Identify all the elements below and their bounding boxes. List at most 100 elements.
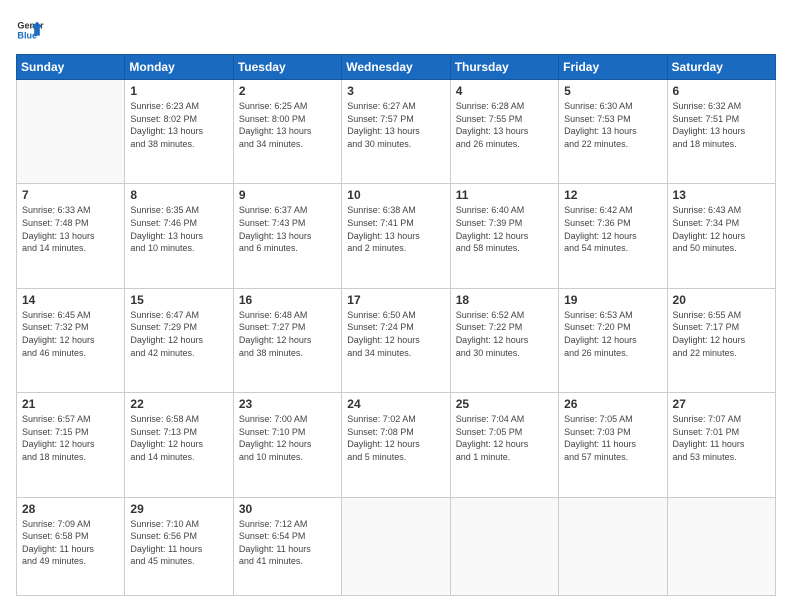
logo-icon: General Blue: [16, 16, 44, 44]
day-cell: 28 Sunrise: 7:09 AM Sunset: 6:58 PM Dayli…: [17, 497, 125, 595]
day-number: 23: [239, 397, 336, 411]
day-info: Sunrise: 6:50 AM Sunset: 7:24 PM Dayligh…: [347, 309, 444, 359]
day-cell: 4 Sunrise: 6:28 AM Sunset: 7:55 PM Daylig…: [450, 80, 558, 184]
day-info: Sunrise: 6:30 AM Sunset: 7:53 PM Dayligh…: [564, 100, 661, 150]
day-number: 8: [130, 188, 227, 202]
day-number: 29: [130, 502, 227, 516]
day-cell: 5 Sunrise: 6:30 AM Sunset: 7:53 PM Daylig…: [559, 80, 667, 184]
day-info: Sunrise: 7:10 AM Sunset: 6:56 PM Dayligh…: [130, 518, 227, 568]
day-info: Sunrise: 7:05 AM Sunset: 7:03 PM Dayligh…: [564, 413, 661, 463]
day-info: Sunrise: 6:53 AM Sunset: 7:20 PM Dayligh…: [564, 309, 661, 359]
day-number: 6: [673, 84, 770, 98]
day-number: 12: [564, 188, 661, 202]
weekday-header-monday: Monday: [125, 55, 233, 80]
day-info: Sunrise: 7:04 AM Sunset: 7:05 PM Dayligh…: [456, 413, 553, 463]
weekday-header-thursday: Thursday: [450, 55, 558, 80]
day-info: Sunrise: 6:38 AM Sunset: 7:41 PM Dayligh…: [347, 204, 444, 254]
day-number: 21: [22, 397, 119, 411]
day-info: Sunrise: 6:35 AM Sunset: 7:46 PM Dayligh…: [130, 204, 227, 254]
day-number: 26: [564, 397, 661, 411]
day-info: Sunrise: 6:55 AM Sunset: 7:17 PM Dayligh…: [673, 309, 770, 359]
day-number: 20: [673, 293, 770, 307]
day-cell: [667, 497, 775, 595]
weekday-header-saturday: Saturday: [667, 55, 775, 80]
day-cell: 23 Sunrise: 7:00 AM Sunset: 7:10 PM Dayli…: [233, 393, 341, 497]
day-number: 16: [239, 293, 336, 307]
day-info: Sunrise: 6:32 AM Sunset: 7:51 PM Dayligh…: [673, 100, 770, 150]
day-number: 9: [239, 188, 336, 202]
day-info: Sunrise: 6:28 AM Sunset: 7:55 PM Dayligh…: [456, 100, 553, 150]
weekday-header-sunday: Sunday: [17, 55, 125, 80]
weekday-header-friday: Friday: [559, 55, 667, 80]
calendar-table: SundayMondayTuesdayWednesdayThursdayFrid…: [16, 54, 776, 596]
day-info: Sunrise: 6:42 AM Sunset: 7:36 PM Dayligh…: [564, 204, 661, 254]
day-number: 2: [239, 84, 336, 98]
weekday-header-wednesday: Wednesday: [342, 55, 450, 80]
day-info: Sunrise: 7:02 AM Sunset: 7:08 PM Dayligh…: [347, 413, 444, 463]
day-cell: 20 Sunrise: 6:55 AM Sunset: 7:17 PM Dayli…: [667, 288, 775, 392]
day-info: Sunrise: 7:09 AM Sunset: 6:58 PM Dayligh…: [22, 518, 119, 568]
day-number: 14: [22, 293, 119, 307]
weekday-header-tuesday: Tuesday: [233, 55, 341, 80]
day-info: Sunrise: 6:57 AM Sunset: 7:15 PM Dayligh…: [22, 413, 119, 463]
day-cell: 11 Sunrise: 6:40 AM Sunset: 7:39 PM Dayli…: [450, 184, 558, 288]
day-cell: 26 Sunrise: 7:05 AM Sunset: 7:03 PM Dayli…: [559, 393, 667, 497]
day-number: 11: [456, 188, 553, 202]
day-info: Sunrise: 7:07 AM Sunset: 7:01 PM Dayligh…: [673, 413, 770, 463]
week-row-3: 14Sunrise: 6:45 AM Sunset: 7:32 PM Dayli…: [17, 288, 776, 392]
day-number: 10: [347, 188, 444, 202]
day-number: 24: [347, 397, 444, 411]
day-number: 3: [347, 84, 444, 98]
day-info: Sunrise: 6:43 AM Sunset: 7:34 PM Dayligh…: [673, 204, 770, 254]
day-cell: 8 Sunrise: 6:35 AM Sunset: 7:46 PM Daylig…: [125, 184, 233, 288]
day-number: 28: [22, 502, 119, 516]
page-header: General Blue: [16, 16, 776, 44]
day-number: 17: [347, 293, 444, 307]
weekday-header-row: SundayMondayTuesdayWednesdayThursdayFrid…: [17, 55, 776, 80]
day-cell: 6 Sunrise: 6:32 AM Sunset: 7:51 PM Daylig…: [667, 80, 775, 184]
day-cell: 7 Sunrise: 6:33 AM Sunset: 7:48 PM Daylig…: [17, 184, 125, 288]
day-number: 5: [564, 84, 661, 98]
week-row-1: 1Sunrise: 6:23 AM Sunset: 8:02 PM Daylig…: [17, 80, 776, 184]
day-info: Sunrise: 7:12 AM Sunset: 6:54 PM Dayligh…: [239, 518, 336, 568]
week-row-2: 7 Sunrise: 6:33 AM Sunset: 7:48 PM Daylig…: [17, 184, 776, 288]
day-cell: 15 Sunrise: 6:47 AM Sunset: 7:29 PM Dayli…: [125, 288, 233, 392]
day-cell: 2 Sunrise: 6:25 AM Sunset: 8:00 PM Daylig…: [233, 80, 341, 184]
svg-text:Blue: Blue: [17, 30, 37, 40]
day-cell: 22Sunrise: 6:58 AM Sunset: 7:13 PM Dayli…: [125, 393, 233, 497]
day-number: 27: [673, 397, 770, 411]
day-cell: 17 Sunrise: 6:50 AM Sunset: 7:24 PM Dayli…: [342, 288, 450, 392]
day-cell: [17, 80, 125, 184]
day-number: 7: [22, 188, 119, 202]
day-info: Sunrise: 6:52 AM Sunset: 7:22 PM Dayligh…: [456, 309, 553, 359]
day-cell: [342, 497, 450, 595]
day-cell: 14Sunrise: 6:45 AM Sunset: 7:32 PM Dayli…: [17, 288, 125, 392]
day-cell: 16Sunrise: 6:48 AM Sunset: 7:27 PM Dayli…: [233, 288, 341, 392]
day-cell: 29 Sunrise: 7:10 AM Sunset: 6:56 PM Dayli…: [125, 497, 233, 595]
day-info: Sunrise: 6:37 AM Sunset: 7:43 PM Dayligh…: [239, 204, 336, 254]
day-info: Sunrise: 6:47 AM Sunset: 7:29 PM Dayligh…: [130, 309, 227, 359]
week-row-4: 21 Sunrise: 6:57 AM Sunset: 7:15 PM Dayli…: [17, 393, 776, 497]
day-info: Sunrise: 6:33 AM Sunset: 7:48 PM Dayligh…: [22, 204, 119, 254]
day-cell: 19Sunrise: 6:53 AM Sunset: 7:20 PM Dayli…: [559, 288, 667, 392]
day-number: 15: [130, 293, 227, 307]
day-cell: 13 Sunrise: 6:43 AM Sunset: 7:34 PM Dayli…: [667, 184, 775, 288]
day-info: Sunrise: 6:40 AM Sunset: 7:39 PM Dayligh…: [456, 204, 553, 254]
day-number: 18: [456, 293, 553, 307]
day-cell: 10 Sunrise: 6:38 AM Sunset: 7:41 PM Dayli…: [342, 184, 450, 288]
day-cell: [450, 497, 558, 595]
day-cell: 3 Sunrise: 6:27 AM Sunset: 7:57 PM Daylig…: [342, 80, 450, 184]
day-number: 13: [673, 188, 770, 202]
day-number: 30: [239, 502, 336, 516]
day-cell: 25Sunrise: 7:04 AM Sunset: 7:05 PM Dayli…: [450, 393, 558, 497]
day-cell: 9 Sunrise: 6:37 AM Sunset: 7:43 PM Daylig…: [233, 184, 341, 288]
day-cell: [559, 497, 667, 595]
day-number: 4: [456, 84, 553, 98]
day-info: Sunrise: 7:00 AM Sunset: 7:10 PM Dayligh…: [239, 413, 336, 463]
day-cell: 24 Sunrise: 7:02 AM Sunset: 7:08 PM Dayli…: [342, 393, 450, 497]
day-info: Sunrise: 6:27 AM Sunset: 7:57 PM Dayligh…: [347, 100, 444, 150]
day-info: Sunrise: 6:25 AM Sunset: 8:00 PM Dayligh…: [239, 100, 336, 150]
day-cell: 1Sunrise: 6:23 AM Sunset: 8:02 PM Daylig…: [125, 80, 233, 184]
day-cell: 18 Sunrise: 6:52 AM Sunset: 7:22 PM Dayli…: [450, 288, 558, 392]
day-info: Sunrise: 6:23 AM Sunset: 8:02 PM Dayligh…: [130, 100, 227, 150]
